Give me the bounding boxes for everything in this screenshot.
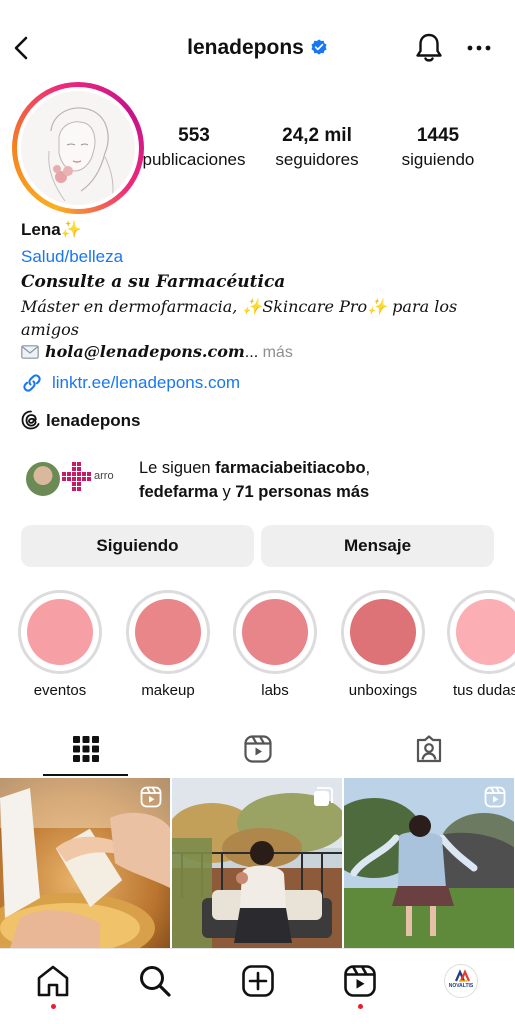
mutual-followers-text[interactable]: Le siguen farmaciabeitiacobo, fedefarma y… (139, 456, 509, 504)
bio-line-2: Máster en dermofarmacia, ✨Skincare Pro✨ … (21, 297, 458, 339)
story-highlight-eventos[interactable]: eventos (17, 590, 103, 699)
reels-badge-icon (140, 786, 162, 808)
home-icon[interactable] (35, 963, 71, 999)
reels-icon[interactable] (342, 963, 378, 999)
grid-icon (73, 736, 99, 762)
story-highlight-makeup[interactable]: makeup (125, 590, 211, 699)
following-button[interactable]: Siguiendo (21, 525, 254, 567)
tab-reels[interactable] (172, 726, 343, 776)
stat-followers[interactable]: 24,2 mil seguidores (252, 126, 382, 171)
mutual-follower-logo: arro (62, 458, 124, 500)
link-icon (23, 374, 41, 392)
mutual-followers-comma: , (365, 459, 371, 477)
post-thumbnail[interactable] (344, 778, 514, 948)
profile-avatar (21, 91, 135, 205)
stat-value: 24,2 mil (282, 125, 352, 146)
username: lenadepons (187, 36, 304, 59)
stat-label: publicaciones (142, 150, 246, 169)
reels-notification-dot (358, 1004, 363, 1009)
highlight-ring (18, 590, 102, 674)
envelope-icon (21, 345, 39, 359)
search-icon[interactable] (137, 963, 173, 999)
mutual-followers-conjunction: y (217, 483, 236, 501)
profile-avatar-nav[interactable]: NOVALTIS (444, 964, 478, 998)
mutual-followers-avatars[interactable]: arro (24, 458, 134, 502)
highlight-label: unboxings (348, 682, 418, 699)
profile-category: Salud/belleza (21, 247, 124, 266)
home-notification-dot (51, 1004, 56, 1009)
mutual-followers-others: 71 personas más (235, 483, 370, 501)
tab-tagged[interactable] (343, 726, 514, 776)
posts-grid (0, 778, 515, 948)
stat-value: 1445 (416, 125, 460, 146)
highlight-label: makeup (141, 682, 195, 699)
profile-avatar-label: NOVALTIS (448, 983, 474, 989)
threads-icon (21, 410, 40, 430)
profile-display-name: Lena✨ (21, 220, 82, 239)
mutual-follower-name-2: fedefarma (139, 483, 218, 501)
mutual-follower-name-1: farmaciabeitiacobo (215, 459, 366, 477)
stat-posts[interactable]: 553 publicaciones (129, 126, 259, 171)
highlight-ring (447, 590, 515, 674)
post-thumbnail[interactable] (0, 778, 170, 948)
mutual-follower-avatar (24, 460, 62, 498)
bio-line-3: hola@lenadepons.com... más (21, 342, 293, 363)
stat-label: siguiendo (401, 150, 475, 169)
tagged-person-icon (416, 735, 442, 763)
story-highlight-unboxings[interactable]: unboxings (340, 590, 426, 699)
bio-line-1: Consulte a su Farmacéutica (21, 272, 286, 292)
threads-profile-link[interactable]: lenadepons (21, 410, 140, 431)
stat-following[interactable]: 1445 siguiendo (373, 126, 503, 171)
more-options-icon[interactable] (466, 44, 492, 52)
profile-content-tabs (0, 726, 515, 776)
bio-email: hola@lenadepons.com (45, 342, 245, 361)
highlight-label: eventos (33, 682, 87, 699)
carousel-badge-icon (314, 787, 333, 806)
post-thumbnail[interactable] (172, 778, 342, 948)
story-highlight-tus-dudas[interactable]: tus dudas (447, 590, 515, 699)
bell-icon[interactable] (414, 32, 444, 64)
bio-ellipsis: ... (244, 344, 259, 361)
create-post-icon[interactable] (240, 963, 276, 999)
highlight-ring (233, 590, 317, 674)
highlight-label: tus dudas (453, 682, 515, 699)
stat-value: 553 (178, 125, 210, 146)
bio-more-link[interactable]: más (263, 344, 293, 361)
highlight-ring (126, 590, 210, 674)
active-tab-indicator (43, 774, 128, 776)
reels-badge-icon (484, 786, 506, 808)
highlight-ring (341, 590, 425, 674)
stat-label: seguidores (275, 150, 359, 169)
message-button[interactable]: Mensaje (261, 525, 494, 567)
highlight-label: labs (261, 682, 289, 699)
threads-username: lenadepons (46, 411, 141, 430)
verified-badge-icon (311, 39, 327, 55)
avatar-illustration (21, 91, 135, 205)
tab-posts-grid[interactable] (0, 726, 171, 776)
bottom-navigation: NOVALTIS (0, 948, 515, 1024)
mutual-followers-prefix: Le siguen (139, 459, 216, 477)
story-highlight-labs[interactable]: labs (232, 590, 318, 699)
reels-icon (244, 735, 272, 763)
profile-avatar-story-ring[interactable] (12, 82, 144, 214)
mutual-follower-logo-text: arro (94, 470, 114, 482)
bio-link-text: linktr.ee/lenadepons.com (52, 373, 241, 392)
